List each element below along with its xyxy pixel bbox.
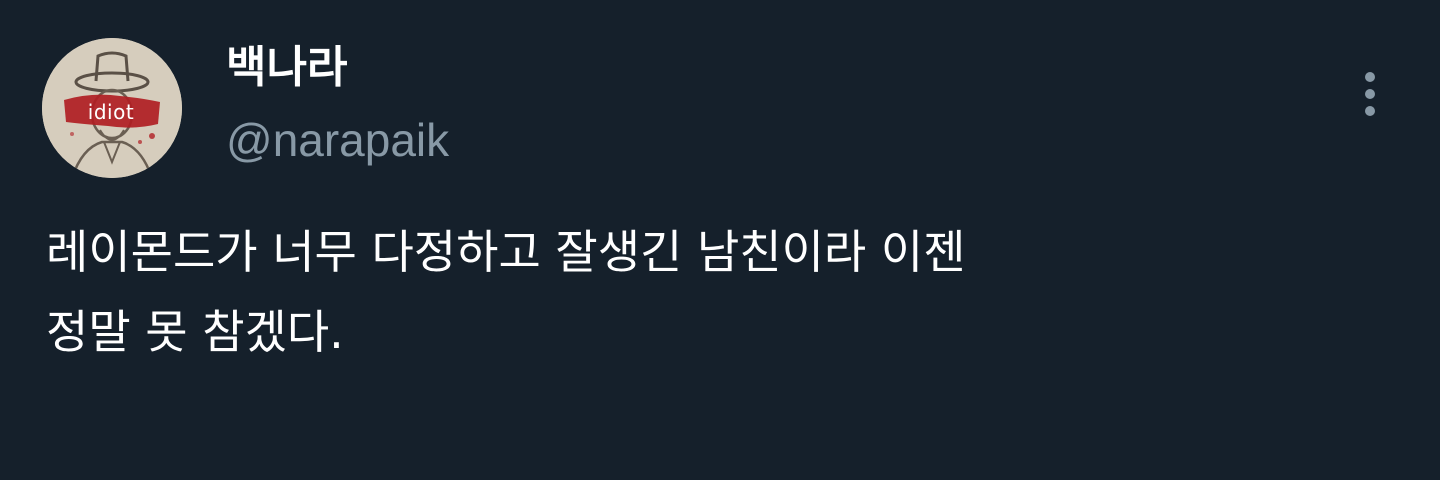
tweet-text: 레이몬드가 너무 다정하고 잘생긴 남친이라 이젠 정말 못 참겠다. bbox=[46, 212, 1386, 372]
more-vertical-icon bbox=[1365, 72, 1375, 116]
tweet-text-line: 레이몬드가 너무 다정하고 잘생긴 남친이라 이젠 bbox=[46, 225, 966, 279]
avatar[interactable]: idiot bbox=[42, 38, 182, 178]
tweet-text-line: 정말 못 참겠다. bbox=[46, 305, 344, 359]
more-options-button[interactable] bbox=[1350, 66, 1390, 122]
avatar-tag-text: idiot bbox=[87, 100, 135, 124]
display-name[interactable]: 백나라 bbox=[226, 38, 347, 98]
tweet-card: idiot 백나라 @narapaik 레이몬드가 너무 다정하고 잘생긴 남친… bbox=[0, 0, 1440, 480]
user-handle[interactable]: @narapaik bbox=[226, 110, 449, 170]
